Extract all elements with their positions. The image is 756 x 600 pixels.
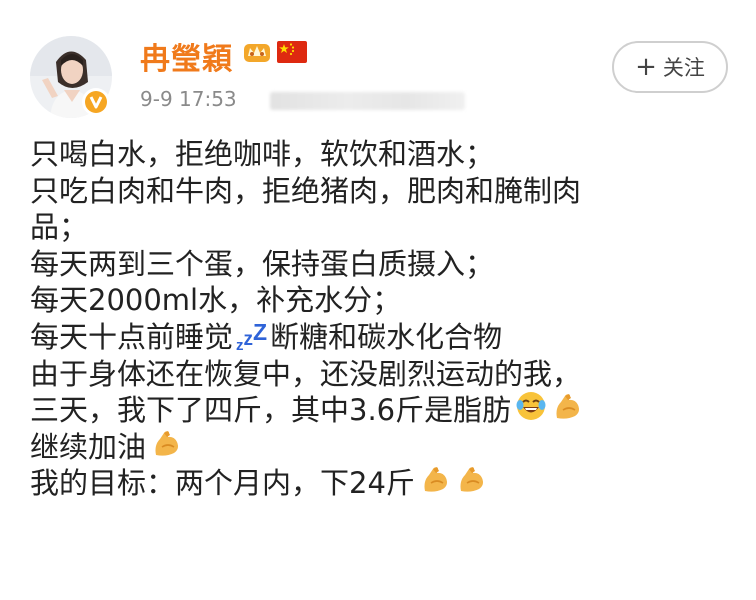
flexed-biceps-icon (150, 427, 182, 468)
follow-button[interactable]: + 关注 (612, 41, 728, 93)
post-line: 每天十点前睡觉 z z Z 断糖和碳水化合物 (30, 319, 730, 356)
china-flag-icon (277, 41, 307, 67)
flexed-biceps-icon (551, 390, 583, 431)
post-body: 只喝白水，拒绝咖啡，软饮和酒水； 只吃白肉和牛肉，拒绝猪肉，肥肉和腌制肉 品； … (30, 136, 730, 502)
post-timestamp: 9-9 17:53 (140, 87, 237, 111)
post-line: 由于身体还在恢复中，还没剧烈运动的我， (30, 356, 582, 391)
post-line: 只喝白水，拒绝咖啡，软饮和酒水； (30, 137, 495, 171)
post-line: 品； (30, 210, 89, 245)
sleeping-zzz-icon: z z Z (236, 319, 268, 355)
post-line: 继续加油 (30, 429, 730, 466)
post-text: 三天，我下了四斤，其中3.6斤是脂肪 (30, 393, 512, 428)
post-text: 每天十点前睡觉 (30, 319, 234, 354)
post-line: 每天两到三个蛋，保持蛋白质摄入； (30, 246, 495, 281)
flexed-biceps-icon (455, 463, 487, 504)
face-with-tears-of-joy-icon (515, 390, 547, 431)
post-line: 只吃白肉和牛肉，拒绝猪肉，肥肉和腌制肉 (30, 173, 582, 208)
plus-icon: + (635, 52, 657, 82)
flexed-biceps-icon (419, 463, 451, 504)
post-text: 继续加油 (30, 429, 147, 464)
user-badges (243, 40, 307, 68)
vip-crown-icon (243, 40, 271, 68)
post-line: 我的目标：两个月内，下24斤 (30, 465, 730, 502)
post-header: 冉瑩穎 9-9 17:53 + 关注 (0, 0, 756, 120)
post-line: 三天，我下了四斤，其中3.6斤是脂肪 (30, 392, 730, 429)
follow-label: 关注 (662, 56, 705, 80)
post-text: 断糖和碳水化合物 (270, 319, 503, 354)
username[interactable]: 冉瑩穎 (140, 34, 233, 78)
verified-badge-icon (82, 88, 110, 116)
post-line: 每天2000ml水，补充水分； (30, 283, 402, 318)
blurred-source-text (270, 92, 465, 110)
post-text: 我的目标：两个月内，下24斤 (30, 466, 415, 501)
